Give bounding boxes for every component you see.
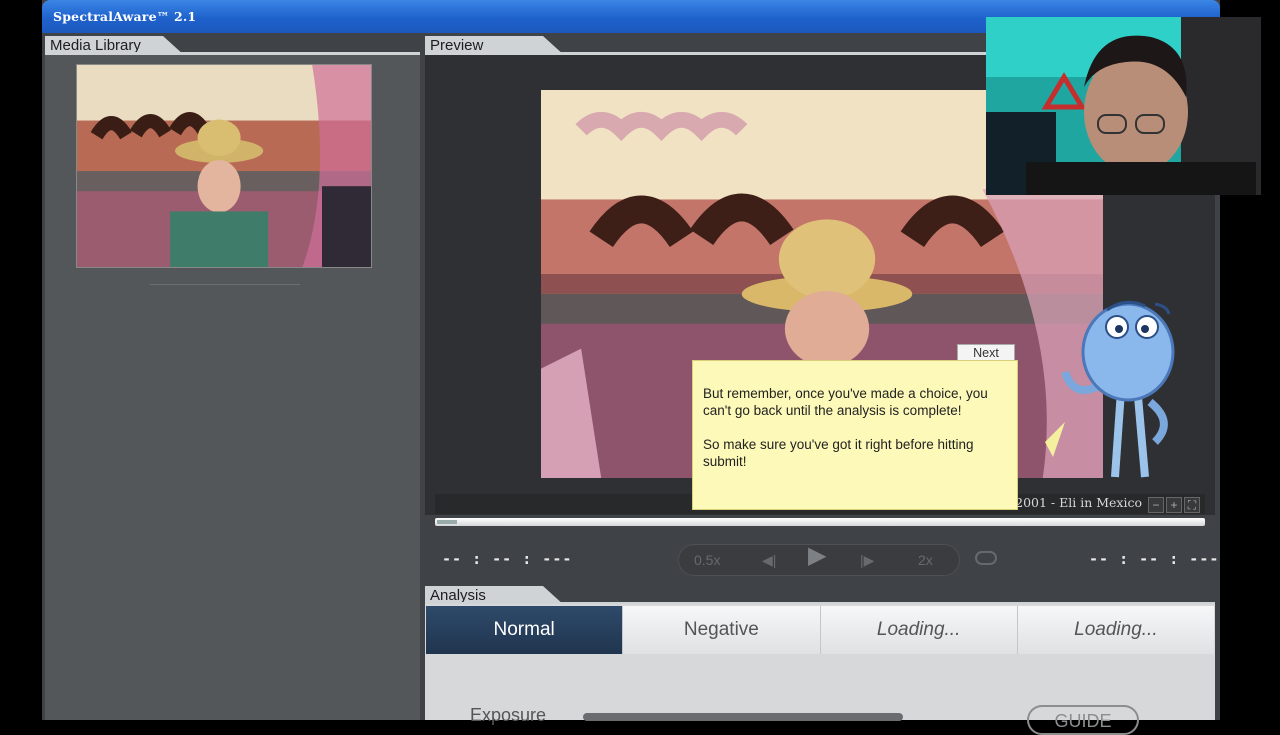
step-forward-icon[interactable]: |▶ xyxy=(860,550,874,570)
thumbnail-photo xyxy=(77,65,371,267)
tab-negative[interactable]: Negative xyxy=(623,606,821,654)
current-time: -- : -- : --- xyxy=(442,550,573,568)
tutorial-tooltip: But remember, once you've made a choice,… xyxy=(692,360,1018,510)
playback-progress-fill xyxy=(437,520,457,524)
fullscreen-button[interactable]: ⛶ xyxy=(1184,497,1200,513)
tooltip-next-button[interactable]: Next xyxy=(957,344,1015,361)
tab-loading-2[interactable]: Loading... xyxy=(1018,606,1214,654)
webcam-overlay xyxy=(986,17,1261,195)
window-title: SpectralAware™ 2.1 xyxy=(53,9,197,24)
play-icon[interactable]: ▶ xyxy=(808,544,826,568)
step-back-icon[interactable]: ◀| xyxy=(762,550,776,570)
transport-controls: 0.5x ◀| ▶ |▶ 2x xyxy=(678,544,960,576)
thumbnail-divider xyxy=(150,284,300,285)
mascot-character xyxy=(1045,300,1175,478)
media-thumbnail[interactable] xyxy=(76,64,372,268)
zoom-controls: − + ⛶ xyxy=(1148,496,1204,513)
tooltip-line-1: But remember, once you've made a choice,… xyxy=(703,386,988,418)
guide-button[interactable]: GUIDE xyxy=(1027,705,1139,735)
zoom-out-button[interactable]: − xyxy=(1148,497,1164,513)
tooltip-line-2: So make sure you've got it right before … xyxy=(703,437,974,469)
total-time: -- : -- : --- xyxy=(1089,550,1220,568)
fast-speed-button[interactable]: 2x xyxy=(918,550,933,570)
analysis-tabs: Normal Negative Loading... Loading... xyxy=(426,606,1214,654)
media-caption: 2001 - Eli in Mexico xyxy=(1015,495,1142,510)
loop-icon[interactable] xyxy=(975,551,997,565)
webcam-feed xyxy=(986,17,1261,195)
tab-normal[interactable]: Normal xyxy=(426,606,624,654)
exposure-label: Exposure xyxy=(470,705,547,725)
zoom-in-button[interactable]: + xyxy=(1166,497,1182,513)
tab-loading-1[interactable]: Loading... xyxy=(821,606,1018,654)
slow-speed-button[interactable]: 0.5x xyxy=(694,550,720,570)
playback-progress[interactable] xyxy=(435,518,1205,526)
